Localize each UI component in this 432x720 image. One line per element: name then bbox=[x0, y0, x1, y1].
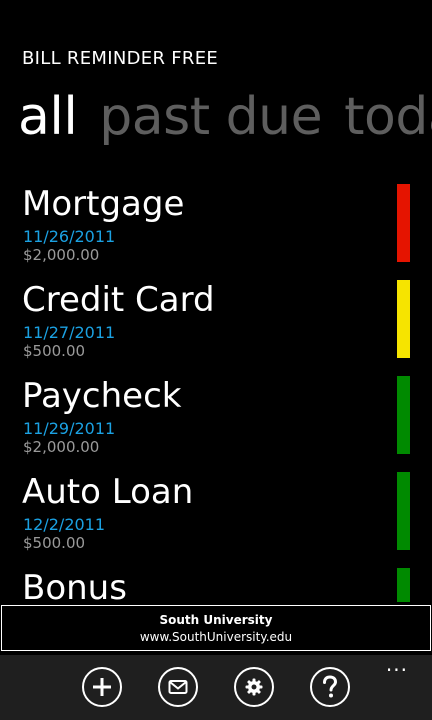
list-item-credit-card[interactable]: Credit Card 11/27/2011 $500.00 bbox=[0, 272, 432, 368]
status-bar bbox=[397, 184, 410, 262]
bill-date: 12/2/2011 bbox=[23, 515, 106, 534]
bill-name: Mortgage bbox=[22, 184, 185, 224]
list-item-mortgage[interactable]: Mortgage 11/26/2011 $2,000.00 bbox=[0, 176, 432, 272]
pivot-header: all past due today bbox=[18, 82, 432, 152]
mail-icon bbox=[168, 680, 188, 694]
bill-amount: $500.00 bbox=[23, 342, 86, 360]
mail-button[interactable] bbox=[158, 667, 198, 707]
app-title: BILL REMINDER FREE bbox=[22, 48, 219, 69]
settings-icon bbox=[245, 678, 263, 696]
status-bar bbox=[397, 472, 410, 550]
tab-past-due[interactable]: past due bbox=[99, 82, 322, 152]
more-options-button[interactable]: ... bbox=[386, 654, 408, 674]
bill-amount: $2,000.00 bbox=[23, 246, 100, 264]
ad-banner[interactable]: South University www.SouthUniversity.edu bbox=[1, 605, 431, 651]
bill-amount: $500.00 bbox=[23, 534, 86, 552]
settings-button[interactable] bbox=[234, 667, 274, 707]
tab-today[interactable]: today bbox=[344, 82, 432, 152]
bill-date: 11/27/2011 bbox=[23, 323, 116, 342]
help-button[interactable] bbox=[310, 667, 350, 707]
status-bar bbox=[397, 376, 410, 454]
tab-all[interactable]: all bbox=[18, 82, 78, 152]
bill-name: Auto Loan bbox=[22, 472, 194, 512]
bill-date: 11/29/2011 bbox=[23, 419, 116, 438]
list-item-auto-loan[interactable]: Auto Loan 12/2/2011 $500.00 bbox=[0, 464, 432, 560]
ad-title: South University bbox=[159, 613, 273, 627]
bill-name: Bonus bbox=[22, 568, 127, 602]
ad-url[interactable]: www.SouthUniversity.edu bbox=[2, 630, 430, 644]
list-item-paycheck[interactable]: Paycheck 11/29/2011 $2,000.00 bbox=[0, 368, 432, 464]
bill-amount: $2,000.00 bbox=[23, 438, 100, 456]
help-icon bbox=[323, 675, 338, 698]
bill-list[interactable]: Mortgage 11/26/2011 $2,000.00 Credit Car… bbox=[0, 176, 432, 602]
bill-name: Paycheck bbox=[22, 376, 182, 416]
add-button[interactable] bbox=[82, 667, 122, 707]
add-icon bbox=[93, 678, 111, 696]
list-item-bonus[interactable]: Bonus bbox=[0, 560, 432, 602]
status-bar bbox=[397, 280, 410, 358]
bill-name: Credit Card bbox=[22, 280, 215, 320]
bill-date: 11/26/2011 bbox=[23, 227, 116, 246]
app-bar: ... bbox=[0, 654, 432, 720]
status-bar bbox=[397, 568, 410, 602]
